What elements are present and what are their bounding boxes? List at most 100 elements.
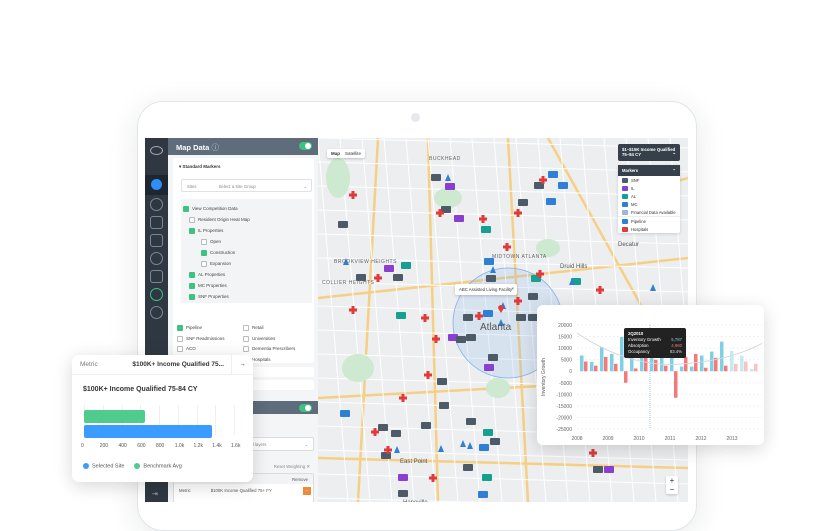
facility-marker[interactable] xyxy=(391,430,401,437)
users-icon[interactable] xyxy=(150,234,163,247)
checkbox-icon[interactable] xyxy=(189,294,195,300)
hospital-marker[interactable] xyxy=(421,314,429,322)
hospital-marker[interactable] xyxy=(349,191,357,199)
facility-marker[interactable] xyxy=(398,490,408,497)
checkbox-icon[interactable] xyxy=(201,239,207,245)
collapse-icon[interactable]: ⇥ xyxy=(152,490,158,498)
arrow-right-icon[interactable]: → xyxy=(231,355,253,375)
checkbox-icon[interactable] xyxy=(243,346,249,352)
checkbox-5[interactable]: Expansion xyxy=(201,261,231,272)
checkbox-icon[interactable] xyxy=(201,250,207,256)
hospital-marker[interactable] xyxy=(503,243,511,251)
facility-marker[interactable] xyxy=(481,226,491,233)
checkbox-icon[interactable] xyxy=(177,335,183,342)
facility-marker[interactable] xyxy=(548,171,558,178)
briefcase-icon[interactable] xyxy=(150,270,163,283)
facility-marker[interactable] xyxy=(340,410,350,417)
facility-marker[interactable] xyxy=(398,474,408,481)
brand-icon[interactable] xyxy=(150,288,163,301)
facility-marker[interactable] xyxy=(484,364,494,371)
map-data-toggle[interactable] xyxy=(299,142,312,150)
close-icon[interactable]: × xyxy=(511,286,514,291)
zoom-in-button[interactable]: + xyxy=(666,476,678,485)
checkbox-icon[interactable] xyxy=(201,261,207,267)
layer-checkbox-1[interactable]: Retail xyxy=(243,325,264,336)
facility-marker[interactable] xyxy=(528,293,538,300)
layer-checkbox-2[interactable]: SNF Readmissions xyxy=(177,335,225,347)
checkbox-icon[interactable] xyxy=(243,325,249,331)
checkbox-8[interactable]: SNF Properties xyxy=(189,294,229,305)
facility-marker[interactable] xyxy=(463,464,473,471)
facility-marker[interactable] xyxy=(466,334,476,341)
checkbox-icon[interactable] xyxy=(183,206,189,212)
facility-marker[interactable] xyxy=(593,466,603,473)
facility-marker[interactable] xyxy=(466,418,476,425)
heart-icon[interactable] xyxy=(150,252,163,265)
facility-marker[interactable] xyxy=(604,466,614,473)
chart-icon[interactable] xyxy=(150,216,163,229)
tab-map[interactable]: Map xyxy=(331,151,340,156)
facility-marker[interactable] xyxy=(378,424,388,431)
hospital-marker[interactable] xyxy=(429,474,437,482)
facility-marker[interactable] xyxy=(490,438,500,445)
hospital-marker[interactable] xyxy=(374,274,382,282)
facility-marker[interactable] xyxy=(439,402,449,409)
remove-button[interactable]: Remove xyxy=(292,477,308,482)
facility-marker[interactable] xyxy=(483,429,493,436)
checkbox-icon[interactable] xyxy=(189,283,195,289)
metric-dropdown[interactable]: $1–$15K Income Qualified 75–84 CY ⌄ xyxy=(618,144,680,161)
checkbox-icon[interactable] xyxy=(177,325,183,331)
facility-marker[interactable] xyxy=(454,215,464,222)
facility-marker[interactable] xyxy=(445,183,455,190)
facility-marker[interactable] xyxy=(463,314,473,321)
checkbox-icon[interactable] xyxy=(243,335,249,342)
facility-marker[interactable] xyxy=(437,378,447,385)
legend-header[interactable]: Markers ⌃ xyxy=(618,165,680,176)
facility-marker[interactable] xyxy=(431,174,441,181)
facility-marker[interactable] xyxy=(396,312,406,319)
compass-icon[interactable] xyxy=(145,175,168,195)
checkbox-icon[interactable] xyxy=(189,272,195,278)
facility-marker[interactable] xyxy=(546,198,556,205)
checkbox-2[interactable]: IL Properties xyxy=(189,228,223,239)
arrow-left-button[interactable]: ← xyxy=(303,487,311,495)
facility-marker[interactable] xyxy=(421,422,431,429)
layer-toggle[interactable] xyxy=(299,404,312,412)
hospital-marker[interactable] xyxy=(371,428,379,436)
section-standard-markers[interactable]: ▾ Standard Markers xyxy=(179,164,308,170)
facility-marker[interactable] xyxy=(488,354,498,361)
facility-marker[interactable] xyxy=(456,336,466,343)
hospital-marker[interactable] xyxy=(589,449,597,457)
facility-marker[interactable] xyxy=(401,262,411,269)
location-icon[interactable] xyxy=(150,198,163,211)
checkbox-4[interactable]: Construction xyxy=(201,250,235,261)
zoom-out-button[interactable]: − xyxy=(666,485,678,494)
checkbox-1[interactable]: Resident Origin Heat Map xyxy=(189,217,250,228)
facility-marker[interactable] xyxy=(483,310,493,317)
layer-checkbox-3[interactable]: Universities xyxy=(243,335,275,347)
layer-checkbox-0[interactable]: Pipeline xyxy=(177,325,202,336)
facility-marker[interactable] xyxy=(486,275,496,282)
facility-marker[interactable] xyxy=(338,221,348,228)
checkbox-icon[interactable] xyxy=(189,228,195,234)
facility-marker[interactable] xyxy=(516,314,526,321)
tab-satellite[interactable]: Satellite xyxy=(345,151,361,156)
checkbox-icon[interactable] xyxy=(189,217,195,223)
facility-marker[interactable] xyxy=(518,199,528,206)
checkbox-0[interactable]: View Competition Data xyxy=(183,206,238,217)
facility-marker[interactable] xyxy=(393,274,403,281)
checkbox-7[interactable]: MC Properties xyxy=(189,283,227,294)
facility-marker[interactable] xyxy=(384,265,394,272)
reset-weighting-link[interactable]: Reset Weighting ✕ xyxy=(274,464,310,470)
settings-icon[interactable] xyxy=(150,306,163,319)
checkbox-icon[interactable] xyxy=(177,346,183,352)
facility-marker[interactable] xyxy=(558,182,568,189)
facility-marker[interactable] xyxy=(479,444,489,451)
hospital-marker[interactable] xyxy=(596,286,604,294)
checkbox-3[interactable]: Open xyxy=(201,239,221,250)
facility-marker[interactable] xyxy=(482,474,492,481)
hospital-marker[interactable] xyxy=(479,215,487,223)
sites-select[interactable]: Sites Select a Site Group → xyxy=(181,179,312,192)
checkbox-6[interactable]: AL Properties xyxy=(189,272,225,283)
metric-select[interactable]: $100K+ Income Qualified 75... xyxy=(132,361,224,368)
